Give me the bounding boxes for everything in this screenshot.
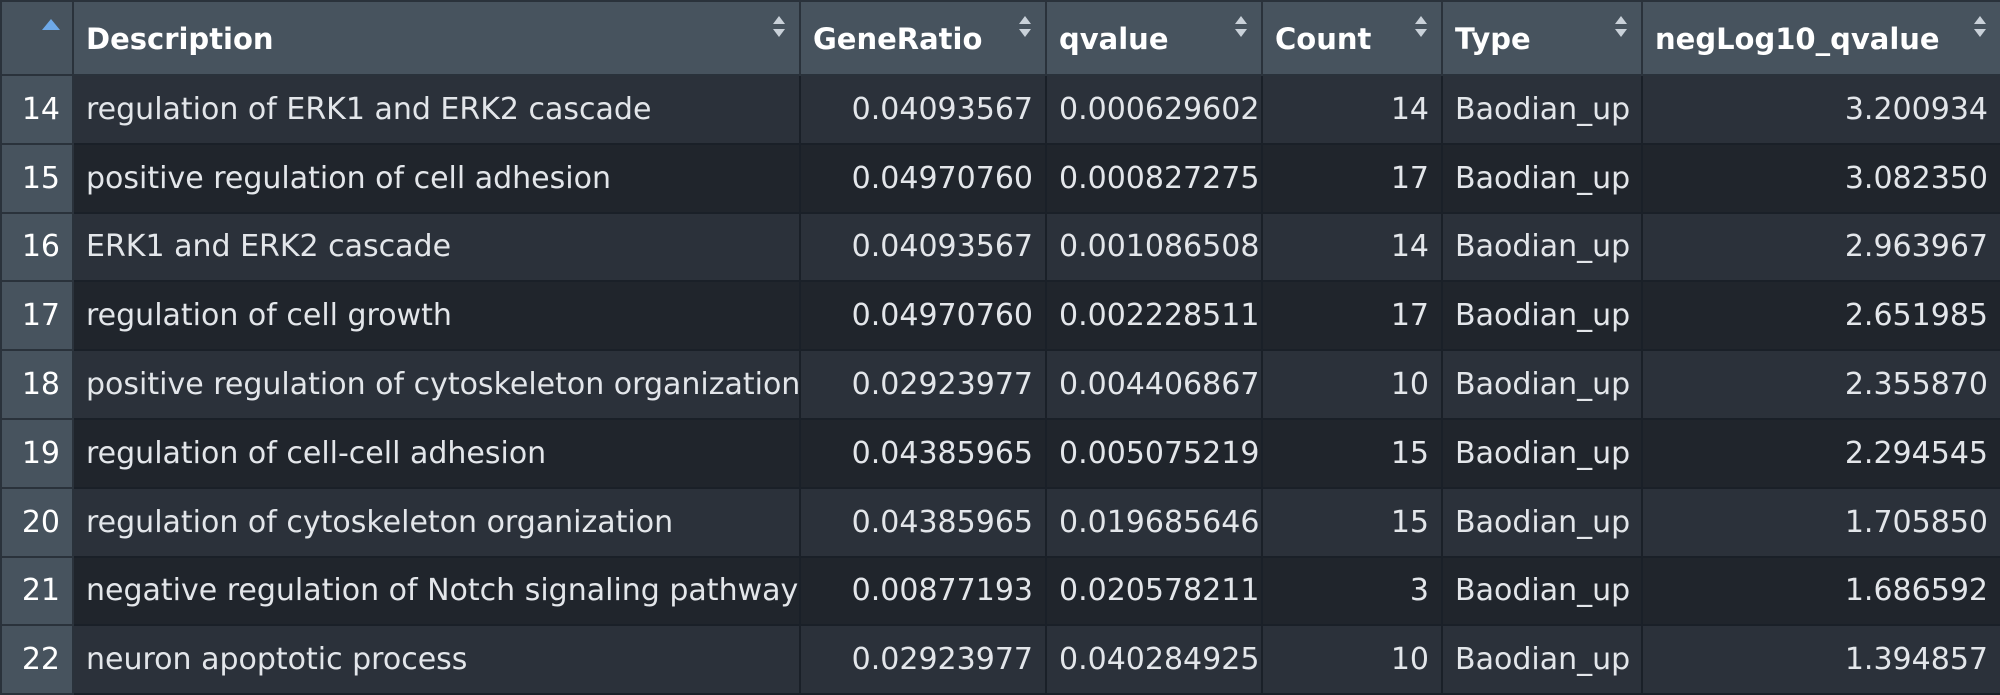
row-index-header[interactable]	[0, 0, 74, 76]
header-row: Description GeneRatio qvalue Count Type	[0, 0, 2000, 76]
cell-description: regulation of cytoskeleton organization	[72, 486, 801, 558]
row-index: 22	[0, 624, 74, 695]
cell-count: 15	[1261, 417, 1443, 489]
cell-qvalue: 0.000629602	[1045, 74, 1263, 145]
cell-type: Baodian_up	[1441, 280, 1643, 352]
cell-generatio: 0.04385965	[799, 486, 1047, 558]
cell-description: positive regulation of cytoskeleton orga…	[72, 349, 801, 420]
cell-type: Baodian_up	[1441, 486, 1643, 558]
cell-type: Baodian_up	[1441, 74, 1643, 145]
cell-generatio: 0.04093567	[799, 211, 1047, 283]
sort-icon	[1019, 16, 1031, 38]
cell-neglog10-qvalue: 3.082350	[1641, 142, 2000, 214]
table-row[interactable]: 19 regulation of cell-cell adhesion 0.04…	[0, 417, 2000, 489]
cell-type: Baodian_up	[1441, 142, 1643, 214]
row-index: 18	[0, 349, 74, 420]
cell-type: Baodian_up	[1441, 624, 1643, 695]
cell-neglog10-qvalue: 2.294545	[1641, 417, 2000, 489]
column-header-description[interactable]: Description	[72, 0, 801, 76]
cell-neglog10-qvalue: 2.355870	[1641, 349, 2000, 420]
cell-count: 3	[1261, 555, 1443, 627]
cell-description: regulation of cell growth	[72, 280, 801, 352]
row-index: 15	[0, 142, 74, 214]
cell-neglog10-qvalue: 1.705850	[1641, 486, 2000, 558]
cell-neglog10-qvalue: 2.963967	[1641, 211, 2000, 283]
cell-neglog10-qvalue: 3.200934	[1641, 74, 2000, 145]
column-header-type[interactable]: Type	[1441, 0, 1643, 76]
table-row[interactable]: 17 regulation of cell growth 0.04970760 …	[0, 280, 2000, 352]
column-header-label: negLog10_qvalue	[1655, 22, 1940, 56]
row-index: 21	[0, 555, 74, 627]
column-header-label: Description	[86, 22, 274, 56]
cell-type: Baodian_up	[1441, 417, 1643, 489]
cell-qvalue: 0.019685646	[1045, 486, 1263, 558]
cell-neglog10-qvalue: 1.394857	[1641, 624, 2000, 695]
table-row[interactable]: 22 neuron apoptotic process 0.02923977 0…	[0, 624, 2000, 695]
cell-description: positive regulation of cell adhesion	[72, 142, 801, 214]
column-header-generatio[interactable]: GeneRatio	[799, 0, 1047, 76]
cell-count: 17	[1261, 142, 1443, 214]
table-header: Description GeneRatio qvalue Count Type	[0, 0, 2000, 76]
cell-description: neuron apoptotic process	[72, 624, 801, 695]
table-body: 14 regulation of ERK1 and ERK2 cascade 0…	[0, 74, 2000, 695]
data-table: Description GeneRatio qvalue Count Type	[0, 0, 2000, 695]
cell-generatio: 0.04970760	[799, 280, 1047, 352]
cell-qvalue: 0.020578211	[1045, 555, 1263, 627]
sort-icon	[1615, 16, 1627, 38]
cell-type: Baodian_up	[1441, 349, 1643, 420]
cell-description: ERK1 and ERK2 cascade	[72, 211, 801, 283]
cell-count: 15	[1261, 486, 1443, 558]
table-row[interactable]: 18 positive regulation of cytoskeleton o…	[0, 349, 2000, 420]
row-index: 16	[0, 211, 74, 283]
cell-count: 10	[1261, 349, 1443, 420]
sort-icon	[773, 16, 785, 38]
column-header-label: GeneRatio	[813, 22, 983, 56]
cell-type: Baodian_up	[1441, 555, 1643, 627]
row-index: 14	[0, 74, 74, 145]
cell-qvalue: 0.004406867	[1045, 349, 1263, 420]
cell-qvalue: 0.002228511	[1045, 280, 1263, 352]
sort-icon	[1415, 16, 1427, 38]
row-index: 20	[0, 486, 74, 558]
sort-icon	[1235, 16, 1247, 38]
sort-ascending-icon	[42, 19, 60, 30]
cell-count: 14	[1261, 211, 1443, 283]
cell-qvalue: 0.005075219	[1045, 417, 1263, 489]
cell-description: regulation of ERK1 and ERK2 cascade	[72, 74, 801, 145]
cell-generatio: 0.04970760	[799, 142, 1047, 214]
column-header-qvalue[interactable]: qvalue	[1045, 0, 1263, 76]
table-row[interactable]: 21 negative regulation of Notch signalin…	[0, 555, 2000, 627]
cell-neglog10-qvalue: 2.651985	[1641, 280, 2000, 352]
table-row[interactable]: 15 positive regulation of cell adhesion …	[0, 142, 2000, 214]
row-index: 17	[0, 280, 74, 352]
column-header-label: Type	[1455, 22, 1531, 56]
cell-generatio: 0.00877193	[799, 555, 1047, 627]
row-index: 19	[0, 417, 74, 489]
cell-description: regulation of cell-cell adhesion	[72, 417, 801, 489]
cell-qvalue: 0.001086508	[1045, 211, 1263, 283]
cell-type: Baodian_up	[1441, 211, 1643, 283]
cell-qvalue: 0.040284925	[1045, 624, 1263, 695]
column-header-neglog10-qvalue[interactable]: negLog10_qvalue	[1641, 0, 2000, 76]
cell-generatio: 0.02923977	[799, 349, 1047, 420]
data-viewer: Description GeneRatio qvalue Count Type	[0, 0, 2000, 695]
cell-generatio: 0.02923977	[799, 624, 1047, 695]
cell-neglog10-qvalue: 1.686592	[1641, 555, 2000, 627]
cell-generatio: 0.04385965	[799, 417, 1047, 489]
cell-count: 14	[1261, 74, 1443, 145]
cell-count: 17	[1261, 280, 1443, 352]
table-row[interactable]: 20 regulation of cytoskeleton organizati…	[0, 486, 2000, 558]
cell-count: 10	[1261, 624, 1443, 695]
column-header-count[interactable]: Count	[1261, 0, 1443, 76]
column-header-label: Count	[1275, 22, 1372, 56]
table-row[interactable]: 14 regulation of ERK1 and ERK2 cascade 0…	[0, 74, 2000, 145]
sort-icon	[1974, 16, 1986, 38]
column-header-label: qvalue	[1059, 22, 1169, 56]
table-row[interactable]: 16 ERK1 and ERK2 cascade 0.04093567 0.00…	[0, 211, 2000, 283]
cell-generatio: 0.04093567	[799, 74, 1047, 145]
cell-qvalue: 0.000827275	[1045, 142, 1263, 214]
cell-description: negative regulation of Notch signaling p…	[72, 555, 801, 627]
